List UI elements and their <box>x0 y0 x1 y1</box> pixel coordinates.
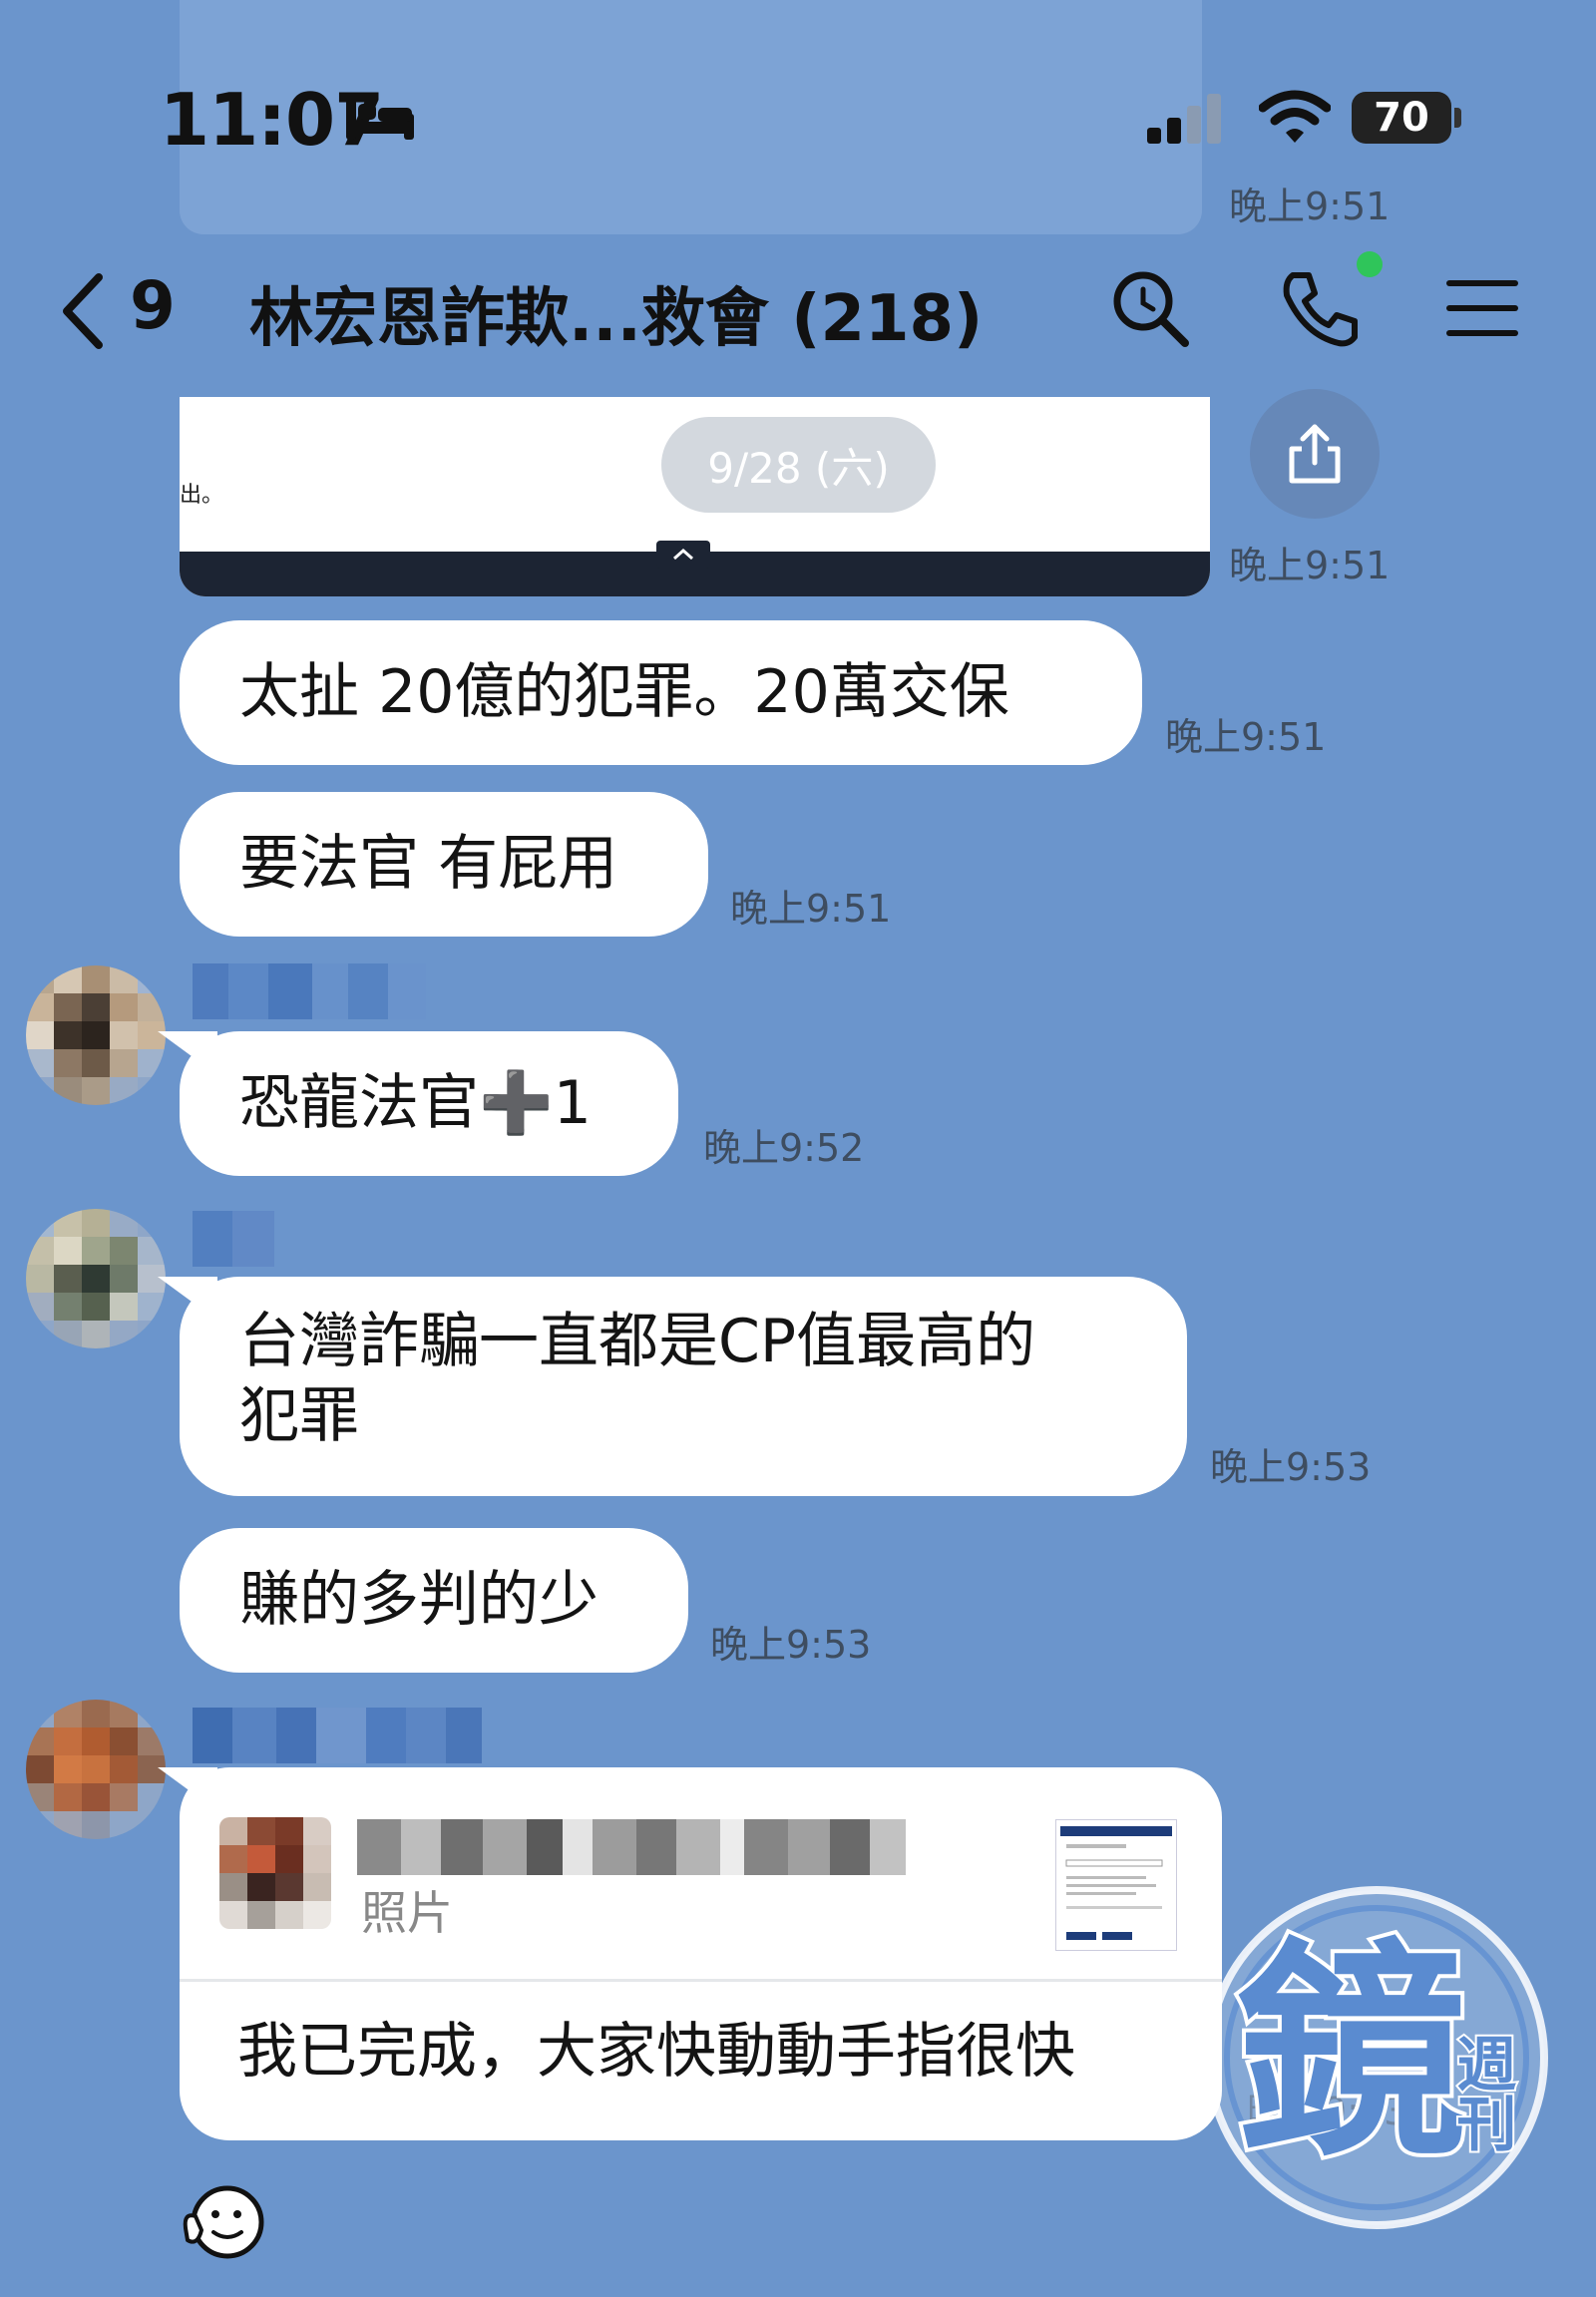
quoted-sender-blurred <box>357 1819 906 1875</box>
watermark-main-char: 鏡 <box>1237 1921 1466 2187</box>
cellular-signal-icon <box>1147 94 1221 144</box>
message-text: 我已完成，大家快動動手指很快 <box>237 2017 1075 2087</box>
date-divider: 9/28 (六) <box>661 417 936 513</box>
sender-name-blurred <box>193 963 426 1019</box>
reply-bubble[interactable]: 照片 我已完成，大家快動動手指很快 <box>180 1767 1222 2140</box>
chat-bubble[interactable]: 台灣詐騙一直都是CP值最高的 犯罪 <box>180 1277 1187 1496</box>
battery-icon: 70 <box>1352 92 1451 144</box>
avatar[interactable] <box>26 1700 166 1839</box>
message-text: 要法官 有屁用 <box>239 829 618 899</box>
bed-icon <box>346 100 414 140</box>
battery-nub <box>1454 108 1461 128</box>
background-timestamp: 晚上9:51 <box>1229 185 1391 228</box>
message-text: 恐龍法官➕1 <box>239 1068 592 1138</box>
chat-bubble[interactable]: 恐龍法官➕1 <box>180 1031 678 1176</box>
phone-icon[interactable] <box>1279 267 1361 349</box>
share-icon <box>1289 424 1341 484</box>
message-text: 太扯 20億的犯罪。20萬交保 <box>239 657 1009 727</box>
chat-bubble[interactable]: 要法官 有屁用 <box>180 792 708 937</box>
sender-name-blurred <box>193 1708 482 1763</box>
quoted-image-thumbnail <box>1055 1819 1177 1951</box>
chat-title[interactable]: 林宏恩詐欺...救會 (218) <box>249 267 983 359</box>
message-text-line: 台灣詐騙一直都是CP值最高的 <box>239 1307 1036 1376</box>
chat-bubble[interactable]: 賺的多判的少 <box>180 1528 688 1673</box>
quoted-type-label: 照片 <box>361 1886 453 1940</box>
search-icon[interactable] <box>1109 267 1191 349</box>
mirror-weekly-watermark: 鏡 週刊 <box>1205 1886 1548 2229</box>
message-timestamp: 晚上9:53 <box>1210 1445 1372 1489</box>
message-timestamp: 晚上9:53 <box>710 1623 872 1667</box>
sender-name-blurred <box>193 1211 274 1267</box>
quoted-avatar <box>219 1817 331 1929</box>
chat-bubble[interactable]: 太扯 20億的犯罪。20萬交保 <box>180 620 1142 765</box>
menu-icon[interactable] <box>1441 267 1523 349</box>
battery-level: 70 <box>1374 95 1429 141</box>
watermark-side-chars: 週刊 <box>1446 2033 1516 2152</box>
wifi-icon <box>1259 90 1331 143</box>
message-text: 賺的多判的少 <box>239 1565 598 1635</box>
message-text-line: 犯罪 <box>239 1381 359 1451</box>
message-timestamp: 晚上9:52 <box>703 1126 865 1170</box>
avatar[interactable] <box>26 965 166 1105</box>
avatar[interactable] <box>26 1209 166 1348</box>
message-timestamp: 晚上9:51 <box>1165 715 1327 759</box>
online-status-dot <box>1357 251 1383 277</box>
message-timestamp: 晚上9:51 <box>1229 544 1391 587</box>
sticker-icon[interactable] <box>180 2182 269 2262</box>
message-timestamp: 晚上9:51 <box>730 887 892 931</box>
chevron-up-icon[interactable] <box>656 541 710 569</box>
share-button[interactable] <box>1250 389 1380 519</box>
image-snippet-text: 出。 <box>180 483 224 508</box>
reply-divider <box>180 1979 1222 1982</box>
chevron-left-icon[interactable] <box>55 271 115 351</box>
back-unread-count[interactable]: 9 <box>130 267 176 344</box>
